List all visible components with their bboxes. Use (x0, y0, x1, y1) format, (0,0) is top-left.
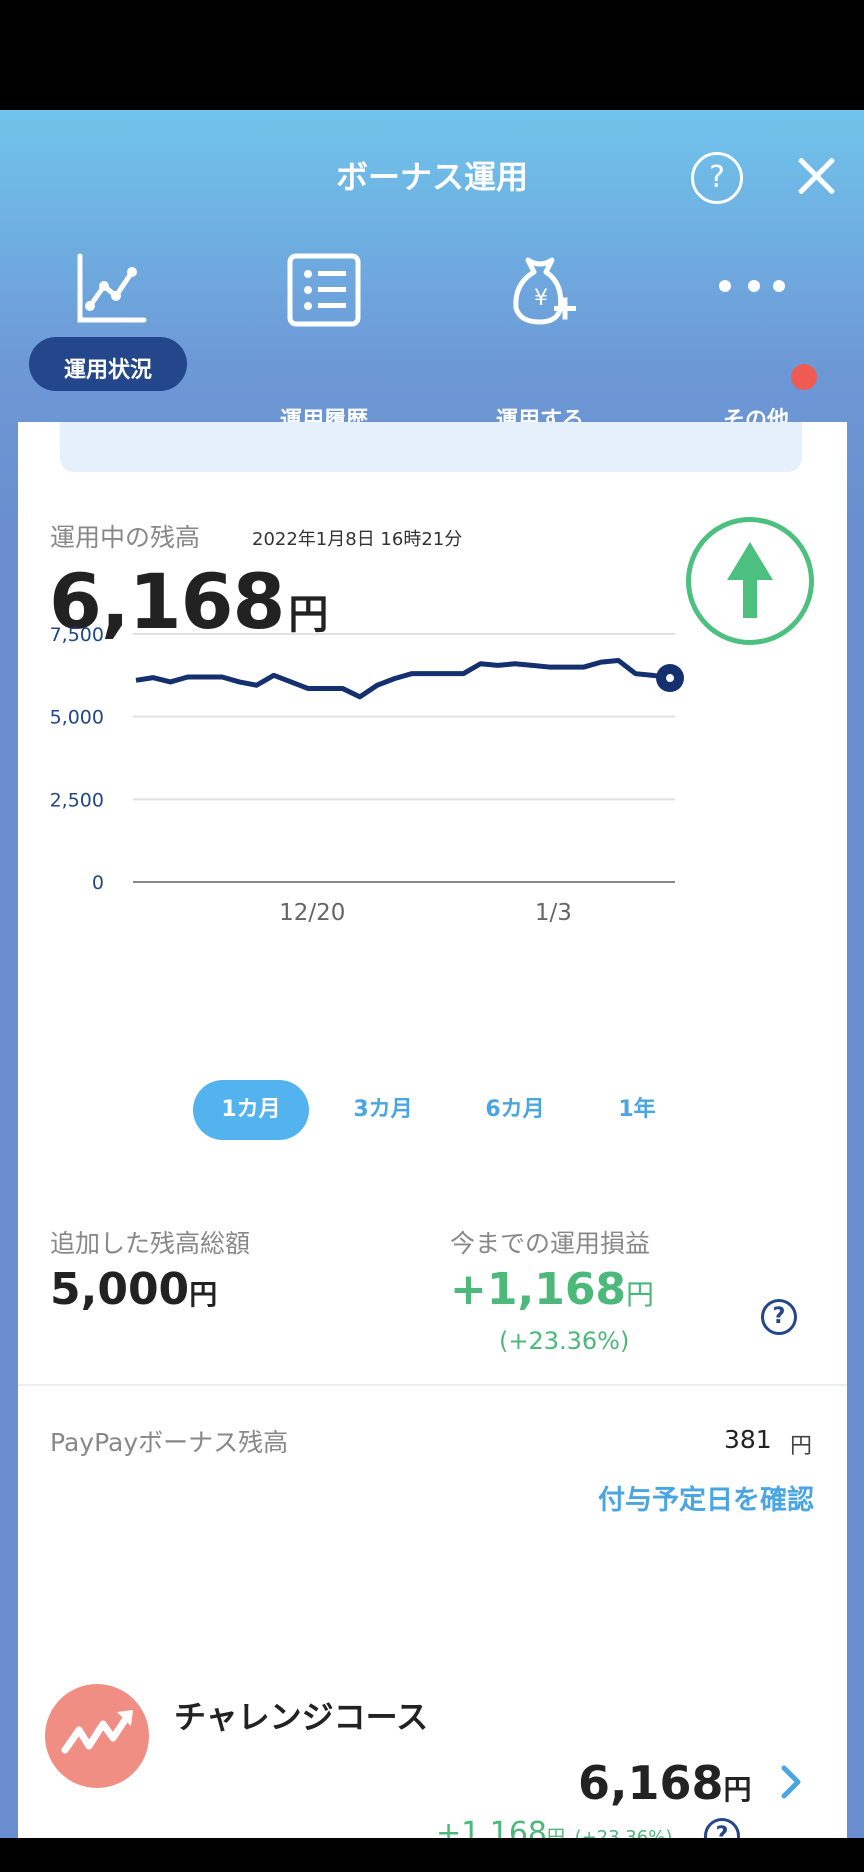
profit-loss-percent: (+23.36%) (499, 1327, 630, 1355)
added-total-value: 5,000 (50, 1264, 190, 1315)
added-total-amount: 5,000円 (50, 1264, 217, 1315)
y-tick-label: 2,500 (50, 789, 104, 811)
course-amount: 6,168円 (578, 1756, 752, 1810)
course-unit: 円 (723, 1773, 752, 1806)
y-tick-label: 5,000 (50, 707, 104, 729)
profit-loss-value: +1,168 (450, 1264, 627, 1315)
chevron-right-icon[interactable] (776, 1762, 806, 1802)
added-total-unit: 円 (189, 1278, 218, 1311)
x-tick-label: 12/20 (279, 900, 345, 926)
check-grant-date-link[interactable]: 付与予定日を確認 (598, 1478, 814, 1517)
y-tick-label: 7,500 (50, 624, 104, 646)
balance-chart: 7,500 5,000 2,500 0 12/20 1/3 (50, 624, 684, 926)
nav-item-history[interactable]: 運用履歴 (244, 250, 404, 433)
balance-series-line (135, 657, 671, 700)
paypay-bonus-unit: 円 (790, 1434, 813, 1459)
app-screen: ボーナス運用 ? 運用状況 運用履歴 ¥ 運用する その他 運用中の残高 202… (0, 110, 864, 1838)
course-help-button[interactable]: ? (704, 1818, 740, 1838)
challenge-course-card[interactable]: チャレンジコース 6,168円 +1,168円 (+23.36%) ? (18, 1658, 847, 1838)
profit-loss-amount: +1,168円 (450, 1264, 654, 1315)
line-chart-icon (77, 253, 147, 323)
svg-text:¥: ¥ (534, 286, 548, 311)
balance-card: 運用中の残高 2022年1月8日 16時21分 6,168 円 7,500 5,00… (18, 422, 847, 1742)
status-bar (0, 0, 864, 110)
system-nav-bar (0, 1838, 864, 1872)
period-3m-button[interactable]: 3カ月 (325, 1080, 441, 1140)
course-profit: +1,168円 (+23.36%) (436, 1816, 672, 1838)
course-title: チャレンジコース (174, 1698, 429, 1736)
notice-banner[interactable] (60, 422, 802, 472)
course-icon-circle (45, 1684, 149, 1788)
current-value-marker-center (666, 674, 674, 683)
paypay-bonus-label: PayPayボーナス残高 (50, 1428, 289, 1457)
close-button[interactable] (790, 150, 842, 202)
profit-help-button[interactable]: ? (761, 1299, 797, 1335)
divider (18, 1384, 847, 1386)
nav-label-status[interactable]: 運用状況 (29, 352, 187, 384)
course-profit-unit: 円 (547, 1827, 566, 1838)
nav-item-invest[interactable]: ¥ 運用する (460, 250, 620, 433)
more-dots-icon (719, 280, 785, 292)
paypay-bonus-value: 381 (724, 1425, 772, 1454)
money-bag-plus-icon: ¥ (513, 257, 576, 325)
notification-badge (791, 364, 817, 390)
x-tick-label: 1/3 (535, 900, 572, 926)
y-tick-label: 0 (92, 872, 104, 894)
balance-label: 運用中の残高 (50, 523, 201, 552)
added-total-label: 追加した残高総額 (50, 1229, 251, 1258)
profit-loss-unit: 円 (626, 1278, 655, 1311)
period-6m-button[interactable]: 6カ月 (457, 1080, 573, 1140)
period-1y-button[interactable]: 1年 (579, 1080, 695, 1140)
course-profit-value: +1,168 (436, 1816, 548, 1838)
help-button[interactable]: ? (691, 152, 743, 204)
course-profit-percent: (+23.36%) (574, 1827, 673, 1838)
list-icon (287, 253, 361, 327)
course-value: 6,168 (578, 1756, 724, 1810)
period-1m-button[interactable]: 1カ月 (193, 1080, 309, 1140)
profit-loss-label: 今までの運用損益 (450, 1229, 651, 1258)
balance-timestamp: 2022年1月8日 16時21分 (252, 529, 463, 550)
trend-up-icon (61, 1710, 133, 1754)
